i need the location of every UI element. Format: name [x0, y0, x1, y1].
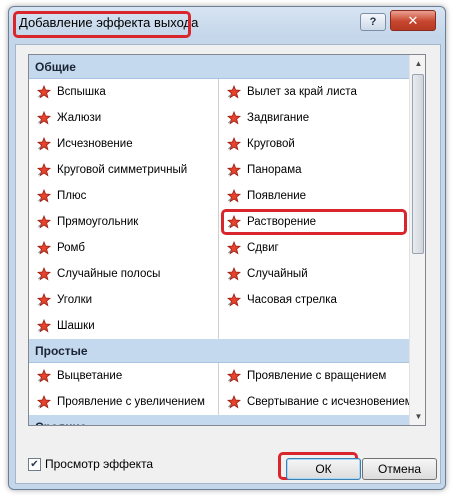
group-header: Общие — [29, 55, 409, 79]
exit-effect-star-icon — [36, 84, 52, 99]
help-button[interactable]: ? — [360, 13, 386, 31]
effect-item[interactable]: Растворение — [219, 209, 409, 235]
effect-item-label: Плюс — [57, 190, 87, 202]
effect-item[interactable]: Прямоугольник — [29, 209, 218, 235]
effect-item-label: Появление — [247, 190, 307, 202]
exit-effect-star-icon — [36, 318, 52, 333]
scrollbar-thumb[interactable] — [412, 74, 424, 254]
effect-item-label: Растворение — [247, 216, 317, 228]
effects-grid: Выцветание Проявление с увеличением Проявл… — [29, 363, 409, 415]
effect-item-label: Шашки — [57, 320, 95, 332]
effects-list[interactable]: Общие Вспышка Жалюзи Исчезновение Круговой с… — [28, 54, 426, 426]
effects-column-left: Вспышка Жалюзи Исчезновение Круговой симмет… — [29, 79, 219, 339]
effect-item[interactable]: Панорама — [219, 157, 409, 183]
effect-item-label: Вылет за край листа — [247, 86, 357, 98]
effect-item[interactable]: Вспышка — [29, 79, 218, 105]
effect-item-label: Случайный — [247, 268, 308, 280]
effect-item[interactable]: Проявление с увеличением — [29, 389, 218, 415]
effect-item[interactable]: Шашки — [29, 313, 218, 339]
effect-item[interactable]: Часовая стрелка — [219, 287, 409, 313]
exit-effect-star-icon — [226, 162, 242, 177]
vertical-scrollbar[interactable]: ▲ ▼ — [409, 55, 425, 425]
effect-item[interactable]: Сдвиг — [219, 235, 409, 261]
exit-effect-star-icon — [226, 188, 242, 203]
exit-effect-star-icon — [226, 292, 242, 307]
effect-item-label: Жалюзи — [57, 112, 102, 124]
effect-item[interactable]: Вылет за край листа — [219, 79, 409, 105]
effects-column-left: Выцветание Проявление с увеличением — [29, 363, 219, 415]
effect-item[interactable]: Уголки — [29, 287, 218, 313]
exit-effect-star-icon — [36, 240, 52, 255]
dialog-content: Общие Вспышка Жалюзи Исчезновение Круговой с… — [15, 44, 441, 484]
exit-effect-star-icon — [36, 368, 52, 383]
effect-item-label: Круговой — [247, 138, 295, 150]
effect-item-label: Исчезновение — [57, 138, 133, 150]
exit-effect-star-icon — [226, 266, 242, 281]
effect-item-label: Ромб — [57, 242, 85, 254]
effect-item[interactable]: Появление — [219, 183, 409, 209]
effect-item[interactable]: Случайные полосы — [29, 261, 218, 287]
exit-effect-star-icon — [36, 136, 52, 151]
preview-effect-label: Просмотр эффекта — [45, 457, 154, 471]
preview-effect-checkbox-row[interactable]: ✔ Просмотр эффекта — [28, 457, 153, 471]
effect-item-label: Задвигание — [247, 112, 310, 124]
exit-effect-star-icon — [36, 214, 52, 229]
exit-effect-star-icon — [36, 292, 52, 307]
effect-item[interactable]: Проявление с вращением — [219, 363, 409, 389]
effect-item-label: Панорама — [247, 164, 302, 176]
exit-effect-star-icon — [226, 394, 242, 409]
effect-item-label: Прямоугольник — [57, 216, 139, 228]
title-bar: Добавление эффекта выхода ? ✕ — [9, 7, 445, 41]
effect-item[interactable]: Случайный — [219, 261, 409, 287]
group-header: Простые — [29, 339, 409, 363]
effect-item-label: Сдвиг — [247, 242, 279, 254]
exit-effect-star-icon — [36, 110, 52, 125]
effect-item[interactable]: Выцветание — [29, 363, 218, 389]
effect-item-label: Выцветание — [57, 370, 123, 382]
exit-effect-star-icon — [226, 240, 242, 255]
effect-item[interactable]: Исчезновение — [29, 131, 218, 157]
empty-slot — [219, 313, 409, 339]
preview-effect-checkbox[interactable]: ✔ — [28, 457, 41, 471]
effect-item[interactable]: Круговой — [219, 131, 409, 157]
effect-item-label: Часовая стрелка — [247, 294, 337, 306]
exit-effect-star-icon — [36, 188, 52, 203]
effect-item-label: Проявление с вращением — [247, 370, 387, 382]
effects-grid: Вспышка Жалюзи Исчезновение Круговой симмет… — [29, 79, 409, 339]
exit-effect-star-icon — [226, 110, 242, 125]
effect-item[interactable]: Жалюзи — [29, 105, 218, 131]
exit-effect-star-icon — [226, 214, 242, 229]
effect-item[interactable]: Круговой симметричный — [29, 157, 218, 183]
effect-item-label: Случайные полосы — [57, 268, 161, 280]
exit-effect-star-icon — [226, 368, 242, 383]
exit-effect-star-icon — [36, 394, 52, 409]
group-header: Средние — [29, 415, 409, 425]
effects-list-scroller: Общие Вспышка Жалюзи Исчезновение Круговой с… — [29, 55, 409, 425]
scroll-down-arrow-icon[interactable]: ▼ — [410, 408, 425, 425]
effect-item[interactable]: Свертывание с исчезновением — [219, 389, 409, 415]
close-button[interactable]: ✕ — [390, 10, 436, 31]
effect-item[interactable]: Ромб — [29, 235, 218, 261]
cancel-button[interactable]: Отмена — [362, 458, 437, 480]
effect-item-label: Круговой симметричный — [57, 164, 188, 176]
ok-button[interactable]: ОК — [286, 458, 361, 480]
title-highlight-annotation — [13, 11, 191, 38]
scroll-up-arrow-icon[interactable]: ▲ — [410, 55, 425, 72]
exit-effect-star-icon — [36, 162, 52, 177]
effect-item-label: Проявление с увеличением — [57, 396, 205, 408]
exit-effect-star-icon — [226, 84, 242, 99]
effects-column-right: Проявление с вращением Свертывание с исче… — [219, 363, 409, 415]
effect-item-label: Свертывание с исчезновением — [247, 396, 409, 408]
effect-item-label: Уголки — [57, 294, 93, 306]
exit-effect-star-icon — [36, 266, 52, 281]
dialog-window: Добавление эффекта выхода ? ✕ Общие Вспыш… — [8, 6, 446, 490]
effects-column-right: Вылет за край листа Задвигание Круговой Пан… — [219, 79, 409, 339]
effect-item-label: Вспышка — [57, 86, 106, 98]
effect-item[interactable]: Задвигание — [219, 105, 409, 131]
effect-item[interactable]: Плюс — [29, 183, 218, 209]
exit-effect-star-icon — [226, 136, 242, 151]
